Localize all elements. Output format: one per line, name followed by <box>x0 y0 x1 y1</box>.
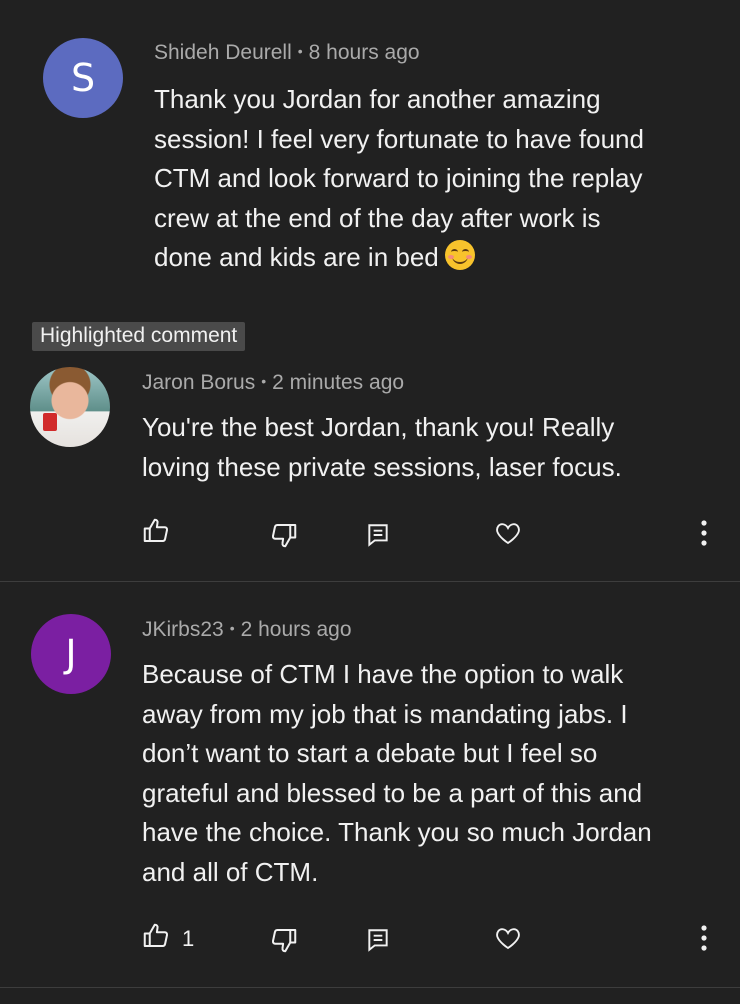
dislike-icon <box>271 524 297 548</box>
comment-text-content: Thank you Jordan for another amazing ses… <box>154 84 644 272</box>
comment-shideh: S Shideh Deurell • 8 hours ago Thank you J… <box>0 0 740 300</box>
like-icon <box>143 923 169 947</box>
more-icon <box>701 520 707 546</box>
author-name[interactable]: Jaron Borus <box>142 371 255 394</box>
author-name[interactable]: Shideh Deurell <box>154 41 292 64</box>
dislike-icon <box>271 929 297 953</box>
smiling-face-emoji-icon <box>444 240 475 270</box>
comment-text: Because of CTM I have the option to walk… <box>142 659 652 887</box>
timestamp[interactable]: 2 hours ago <box>241 618 352 641</box>
dislike-button[interactable] <box>266 517 302 553</box>
avatar[interactable]: J <box>31 614 111 694</box>
comment-meta: Jaron Borus • 2 minutes ago <box>142 371 404 395</box>
reply-icon <box>368 929 388 952</box>
avatar[interactable]: S <box>43 38 123 118</box>
reply-icon <box>368 524 388 547</box>
heart-button[interactable] <box>490 920 526 956</box>
comment-meta: JKirbs23 • 2 hours ago <box>142 618 352 642</box>
like-button[interactable] <box>138 513 174 549</box>
timestamp[interactable]: 2 minutes ago <box>272 371 404 394</box>
comment-meta: Shideh Deurell • 8 hours ago <box>154 41 420 65</box>
author-name[interactable]: JKirbs23 <box>142 618 224 641</box>
avatar-photo[interactable] <box>30 367 110 447</box>
cup-image <box>43 413 57 431</box>
comment-text: Thank you Jordan for another amazing ses… <box>154 80 714 278</box>
heart-icon <box>496 928 520 950</box>
more-options-button[interactable] <box>686 920 722 956</box>
like-count: 1 <box>182 926 195 951</box>
reply-button[interactable] <box>360 922 396 958</box>
comment-text: You're the best Jordan, thank you! Reall… <box>142 412 622 482</box>
heart-icon <box>496 523 520 545</box>
like-button[interactable] <box>138 918 174 954</box>
more-icon <box>701 925 707 951</box>
heart-button[interactable] <box>490 515 526 551</box>
timestamp[interactable]: 8 hours ago <box>309 41 420 64</box>
highlighted-comment-badge: Highlighted comment <box>32 322 246 351</box>
separator: • <box>261 373 267 389</box>
divider <box>0 987 740 988</box>
dislike-button[interactable] <box>266 922 302 958</box>
divider <box>0 581 740 582</box>
reply-button[interactable] <box>360 517 396 553</box>
separator: • <box>229 620 235 636</box>
like-icon <box>143 518 169 542</box>
more-options-button[interactable] <box>686 515 722 551</box>
separator: • <box>297 43 303 59</box>
